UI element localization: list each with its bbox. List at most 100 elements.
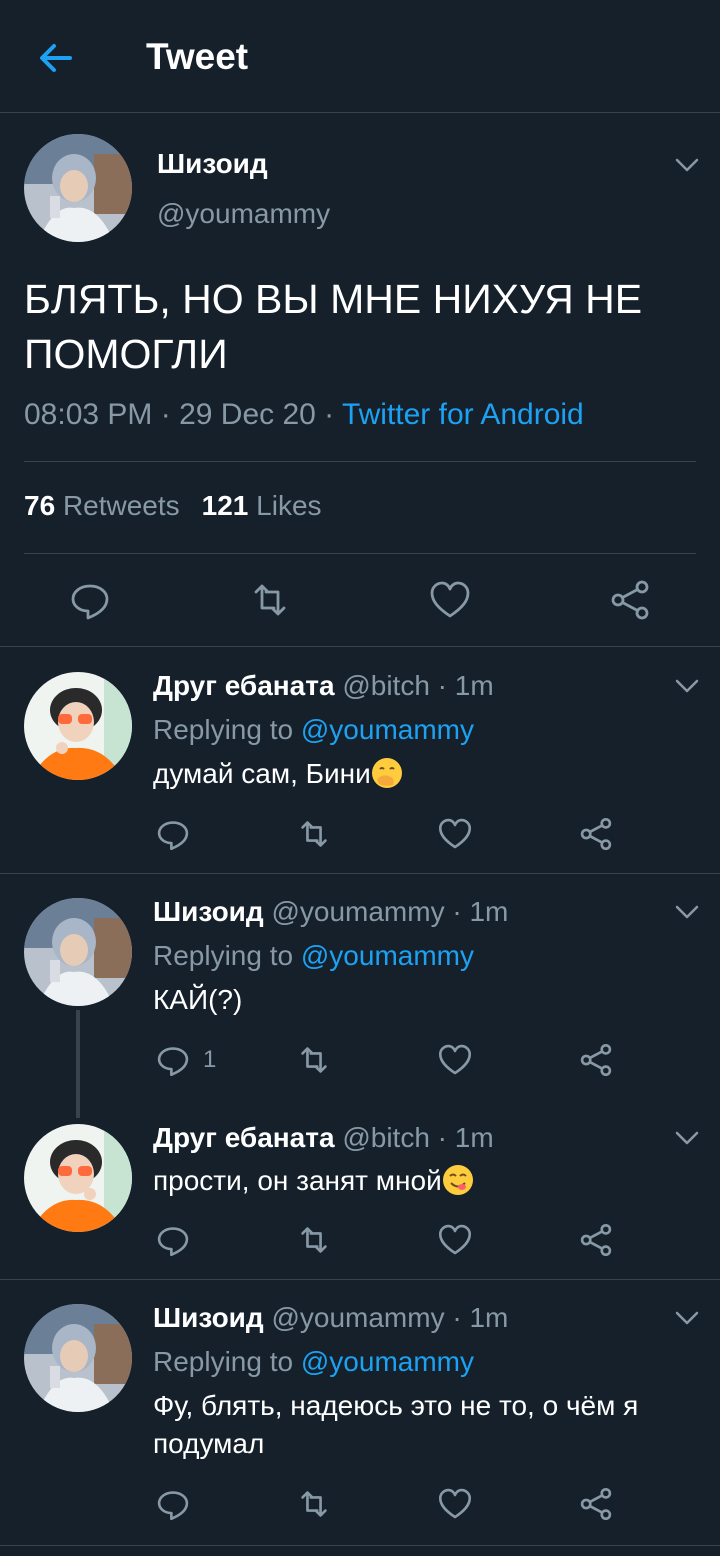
retweet-button[interactable] [296,1042,332,1078]
heart-icon [438,818,472,849]
back-button[interactable] [34,36,78,80]
mention-link[interactable]: @youmammy [301,940,474,971]
chevron-down-icon[interactable] [673,903,701,921]
heart-icon [438,1488,472,1519]
reply-icon [157,821,189,851]
author-name[interactable]: Шизоид [157,148,268,180]
likes-count[interactable]: 121 [202,490,249,521]
reply-count: 1 [203,1046,217,1073]
divider [0,873,720,874]
reply-text-content: прости, он занят мной [153,1165,442,1196]
divider [0,646,720,647]
reply-header: Шизоид @youmammy · 1m [153,896,508,928]
like-button[interactable] [428,578,472,622]
avatar[interactable] [24,134,132,242]
share-button[interactable] [578,1042,614,1078]
share-icon [580,1043,612,1077]
retweets-label[interactable]: Retweets [63,490,180,521]
reply-icon [157,1491,189,1521]
chevron-down-icon[interactable] [673,677,701,695]
reply-icon [71,584,109,620]
reply-meta: @bitch · 1m [334,670,494,701]
divider [24,553,696,554]
face-savoring-food-emoji [442,1165,473,1195]
reply-text: думай сам, Бини [153,755,683,793]
chevron-down-icon[interactable] [673,1129,701,1147]
retweet-button[interactable] [296,1222,332,1258]
replying-to: Replying to @youmammy [153,714,474,746]
reply-text-content: думай сам, Бини [153,758,371,789]
share-button[interactable] [578,1486,614,1522]
reply-icon [157,1047,189,1077]
tweet-stats: 76 Retweets 121 Likes [24,490,322,522]
thread-line [76,1010,80,1118]
mention-link[interactable]: @youmammy [301,1346,474,1377]
reply-header: Друг ебаната @bitch · 1m [153,1122,494,1154]
share-icon [580,1223,612,1257]
reply-author-name[interactable]: Друг ебаната [153,670,335,701]
avatar[interactable] [24,1304,132,1412]
tweet-timestamp: 08:03 PM · 29 Dec 20 · [24,398,342,431]
heart-icon [430,581,470,618]
reply-button[interactable] [155,1222,191,1258]
reply-icon [157,1227,189,1257]
reply-text: прости, он занят мной [153,1162,683,1200]
reply-author-name[interactable]: Шизоид [153,1302,264,1333]
replying-to: Replying to @youmammy [153,1346,474,1378]
share-button[interactable] [578,1222,614,1258]
reply-text: Фу, блять, надеюсь это не то, о чём я по… [153,1390,639,1459]
chevron-down-icon[interactable] [673,156,701,174]
retweet-button[interactable] [248,578,292,622]
like-button[interactable] [437,1222,473,1258]
replying-prefix: Replying to [153,714,301,745]
retweet-icon [301,1491,327,1517]
arrow-left-icon [40,44,72,72]
reply-button[interactable] [68,578,112,622]
like-button[interactable] [437,816,473,852]
divider [0,1279,720,1280]
reply-meta: @bitch · 1m [334,1122,494,1153]
reply-header: Друг ебаната @bitch · 1m [153,670,494,702]
heart-icon [438,1044,472,1075]
reply-button[interactable] [155,816,191,852]
replying-prefix: Replying to [153,1346,301,1377]
retweet-icon [301,821,327,847]
chevron-down-icon[interactable] [673,1309,701,1327]
likes-label[interactable]: Likes [256,490,321,521]
tweet-source-link[interactable]: Twitter for Android [342,398,584,431]
mention-link[interactable]: @youmammy [301,714,474,745]
reply-author-name[interactable]: Шизоид [153,896,264,927]
share-icon [580,817,612,851]
like-button[interactable] [437,1042,473,1078]
share-icon [580,1487,612,1521]
retweet-icon [301,1227,327,1253]
share-button[interactable] [608,578,652,622]
retweets-count[interactable]: 76 [24,490,55,521]
retweet-button[interactable] [296,816,332,852]
share-button[interactable] [578,816,614,852]
reply-meta: @youmammy · 1m [263,896,509,927]
retweet-icon [301,1047,327,1073]
tweet-text: БЛЯТЬ, НО ВЫ МНЕ НИХУЯ НЕ ПОМОГЛИ [24,276,643,377]
face-with-hand-over-mouth-emoji [371,758,402,788]
tweet-meta: 08:03 PM · 29 Dec 20 · Twitter for Andro… [24,398,584,432]
avatar[interactable] [24,898,132,1006]
retweet-button[interactable] [296,1486,332,1522]
retweet-icon [254,584,286,616]
heart-icon [438,1224,472,1255]
reply-author-name[interactable]: Друг ебаната [153,1122,335,1153]
reply-button[interactable] [155,1486,191,1522]
reply-button[interactable] [155,1042,191,1078]
author-handle[interactable]: @youmammy [157,198,330,230]
divider [24,461,696,462]
avatar[interactable] [24,1124,132,1232]
divider [0,1545,720,1546]
replying-prefix: Replying to [153,940,301,971]
share-icon [611,580,649,620]
avatar[interactable] [24,672,132,780]
page-title: Tweet [146,36,249,77]
reply-meta: @youmammy · 1m [263,1302,509,1333]
like-button[interactable] [437,1486,473,1522]
reply-text: КАЙ(?) [153,984,243,1015]
reply-header: Шизоид @youmammy · 1m [153,1302,508,1334]
